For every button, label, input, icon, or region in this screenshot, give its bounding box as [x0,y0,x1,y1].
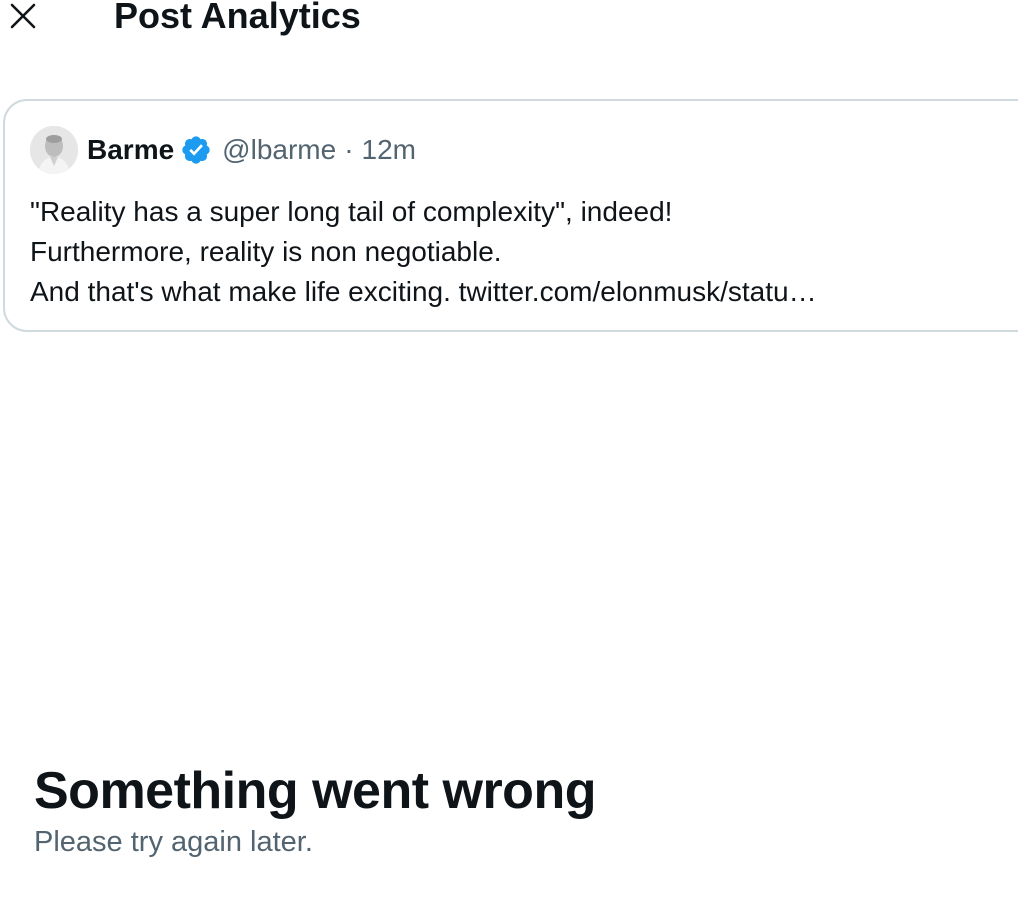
post-text: "Reality has a super long tail of comple… [30,192,1018,312]
post-timestamp[interactable]: 12m [362,134,416,166]
close-icon [10,3,36,29]
close-button[interactable] [6,0,40,34]
post-header: Barme @lbarme · 12m [30,125,416,175]
page-header: Post Analytics [0,0,1018,50]
author-handle[interactable]: @lbarme [222,134,336,166]
error-title: Something went wrong [34,762,596,820]
author-name[interactable]: Barme [87,134,174,166]
verified-badge-icon [180,134,212,166]
post-text-line: Furthermore, reality is non negotiable. [30,236,502,267]
post-text-line: And that's what make life exciting. twit… [30,276,817,307]
meta-separator: · [344,134,354,165]
post-text-line: "Reality has a super long tail of comple… [30,196,673,227]
error-subtitle: Please try again later. [34,826,313,858]
quoted-post-card[interactable]: Barme @lbarme · 12m "Reality has a super… [3,99,1018,332]
user-avatar-icon [30,126,78,174]
page-title: Post Analytics [114,0,361,36]
avatar[interactable] [30,126,78,174]
